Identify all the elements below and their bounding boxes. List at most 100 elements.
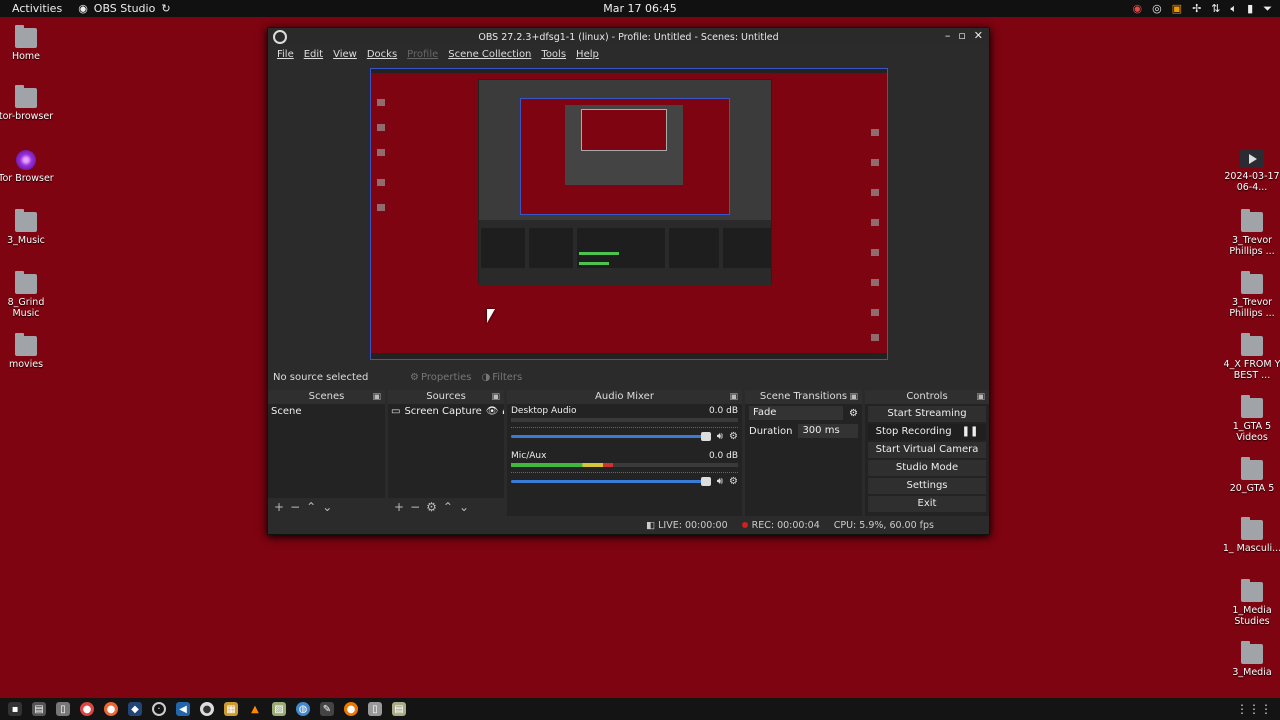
- duration-spinbox[interactable]: 300 ms: [798, 424, 858, 438]
- obs-window[interactable]: OBS 27.2.3+dfsg1-1 (linux) - Profile: Un…: [267, 27, 990, 535]
- speaker-icon[interactable]: 🔊︎: [717, 431, 723, 442]
- speaker-icon[interactable]: 🔊︎: [717, 476, 723, 487]
- desktop-icon[interactable]: 3_Trevor Phillips ...: [1222, 271, 1280, 319]
- window-titlebar[interactable]: OBS 27.2.3+dfsg1-1 (linux) - Profile: Un…: [268, 28, 989, 46]
- scene-item[interactable]: Scene: [268, 404, 385, 419]
- move-up-icon[interactable]: ⌃: [306, 500, 316, 514]
- move-down-icon[interactable]: ⌄: [322, 500, 332, 514]
- app-indicator-icon[interactable]: ▣: [1172, 2, 1182, 15]
- menu-view[interactable]: View: [328, 49, 362, 60]
- editor-icon[interactable]: ✎: [320, 702, 334, 716]
- maximize-icon[interactable]: ▫: [958, 29, 965, 42]
- desktop-icon[interactable]: 8_Grind Music: [0, 271, 56, 319]
- pause-icon[interactable]: ❚❚: [962, 424, 979, 440]
- activities-button[interactable]: Activities: [0, 2, 74, 15]
- battery-icon[interactable]: ▮: [1247, 2, 1253, 15]
- source-settings-gear-icon[interactable]: ⚙: [426, 500, 437, 514]
- notes-icon[interactable]: ▤: [392, 702, 406, 716]
- minimize-icon[interactable]: –: [945, 29, 951, 42]
- add-scene-icon[interactable]: +: [274, 500, 284, 514]
- desktop-icon[interactable]: 3_Trevor Phillips ...: [1222, 209, 1280, 257]
- dock-float-icon[interactable]: ▣: [372, 390, 381, 404]
- move-down-icon[interactable]: ⌄: [459, 500, 469, 514]
- clock[interactable]: Mar 17 06:45: [603, 2, 676, 15]
- archive-icon[interactable]: ▦: [224, 702, 238, 716]
- menu-file[interactable]: File: [272, 49, 299, 60]
- desktop-icon[interactable]: tor-browser: [0, 85, 56, 122]
- dock-float-icon[interactable]: ▣: [849, 390, 858, 404]
- desktop-icon[interactable]: Tor Browser: [0, 150, 56, 184]
- desktop-icon[interactable]: 4_X FROM Y BEST ...: [1222, 333, 1280, 381]
- dock-float-icon[interactable]: ▣: [976, 390, 985, 404]
- menu-tools[interactable]: Tools: [536, 49, 571, 60]
- slider-knob[interactable]: [700, 432, 711, 441]
- desktop-icon[interactable]: Home: [0, 25, 56, 62]
- app-grid-icon[interactable]: ⋮⋮⋮: [1236, 702, 1272, 716]
- channel-gear-icon[interactable]: ⚙: [729, 431, 738, 442]
- document-icon[interactable]: ▯: [368, 702, 382, 716]
- dock-float-icon[interactable]: ▣: [491, 390, 500, 404]
- volume-slider[interactable]: [511, 432, 711, 441]
- lock-icon[interactable]: 🔒︎: [502, 406, 504, 417]
- visibility-eye-icon[interactable]: 👁︎: [486, 406, 499, 417]
- steam-icon[interactable]: ◎: [1152, 2, 1162, 15]
- accessibility-icon[interactable]: ✢: [1192, 2, 1201, 15]
- remove-source-icon[interactable]: −: [410, 500, 420, 514]
- app-menu[interactable]: ◉ OBS Studio ↻: [78, 2, 170, 15]
- obs-taskbar-icon[interactable]: ·: [152, 702, 166, 716]
- transition-select[interactable]: Fade: [749, 406, 844, 420]
- desktop-icon[interactable]: 20_GTA 5: [1222, 457, 1280, 494]
- close-icon[interactable]: ✕: [974, 29, 983, 42]
- settings-button[interactable]: Settings: [868, 478, 986, 494]
- folder-icon: [15, 271, 37, 294]
- text-editor-icon[interactable]: ▯: [56, 702, 70, 716]
- start-streaming-button[interactable]: Start Streaming: [868, 406, 986, 422]
- network-icon[interactable]: ⇅: [1211, 2, 1220, 15]
- sources-dock: Sources ▣ ▭ Screen Capture 👁︎ 🔒︎ + − ⚙ ⌃ …: [388, 390, 504, 516]
- vlc-icon[interactable]: ▲: [248, 702, 262, 716]
- settings-icon[interactable]: ●: [200, 702, 214, 716]
- power-menu-icon[interactable]: ⏷: [1263, 2, 1272, 16]
- channel-gear-icon[interactable]: ⚙: [729, 476, 738, 487]
- desktop-icon[interactable]: movies: [0, 333, 56, 370]
- menu-profile[interactable]: Profile: [402, 49, 443, 60]
- desktop-icon[interactable]: 1_GTA 5 Videos: [1222, 395, 1280, 443]
- system-tray[interactable]: ◉ ◎ ▣ ✢ ⇅ 🔈︎ ▮ ⏷: [1132, 0, 1272, 17]
- steam-icon[interactable]: ◆: [128, 702, 142, 716]
- filters-button[interactable]: ◑ Filters: [482, 372, 523, 383]
- vscode-icon[interactable]: ◀: [176, 702, 190, 716]
- transition-gear-icon[interactable]: ⚙: [849, 408, 858, 419]
- add-source-icon[interactable]: +: [394, 500, 404, 514]
- preview-canvas[interactable]: [370, 68, 888, 360]
- dock-float-icon[interactable]: ▣: [729, 390, 738, 404]
- desktop-icon[interactable]: 3_Media: [1222, 641, 1280, 678]
- source-item[interactable]: ▭ Screen Capture 👁︎ 🔒︎: [388, 404, 504, 419]
- desktop-icon[interactable]: 1_ Masculi...: [1222, 517, 1280, 554]
- menu-scene-collection[interactable]: Scene Collection: [443, 49, 536, 60]
- desktop-icon[interactable]: 3_Music: [0, 209, 56, 246]
- remove-scene-icon[interactable]: −: [290, 500, 300, 514]
- firefox-icon[interactable]: ●: [104, 702, 118, 716]
- record-indicator-icon[interactable]: ◉: [1132, 2, 1142, 15]
- network-tool-icon[interactable]: ◍: [296, 702, 310, 716]
- slider-knob[interactable]: [700, 477, 711, 486]
- menu-docks[interactable]: Docks: [362, 49, 402, 60]
- menu-edit[interactable]: Edit: [299, 49, 328, 60]
- desktop-icon[interactable]: 1_Media Studies: [1222, 579, 1280, 627]
- chrome-icon[interactable]: ●: [80, 702, 94, 716]
- volume-slider[interactable]: [511, 477, 711, 486]
- menu-help[interactable]: Help: [571, 49, 604, 60]
- start-virtual-camera-button[interactable]: Start Virtual Camera: [868, 442, 986, 458]
- image-viewer-icon[interactable]: ▨: [272, 702, 286, 716]
- files-icon[interactable]: ▤: [32, 702, 46, 716]
- desktop-icon[interactable]: 2024-03-17 06-4...: [1222, 150, 1280, 193]
- exit-button[interactable]: Exit: [868, 496, 986, 512]
- terminal-icon[interactable]: ▪: [8, 702, 22, 716]
- media-icon[interactable]: ●: [344, 702, 358, 716]
- volume-icon[interactable]: 🔈︎: [1231, 2, 1238, 16]
- move-up-icon[interactable]: ⌃: [443, 500, 453, 514]
- stop-recording-button[interactable]: Stop Recording: [876, 424, 952, 440]
- studio-mode-button[interactable]: Studio Mode: [868, 460, 986, 476]
- desktop-icon-label: tor-browser: [0, 111, 54, 122]
- properties-button[interactable]: ⚙ Properties: [410, 372, 472, 383]
